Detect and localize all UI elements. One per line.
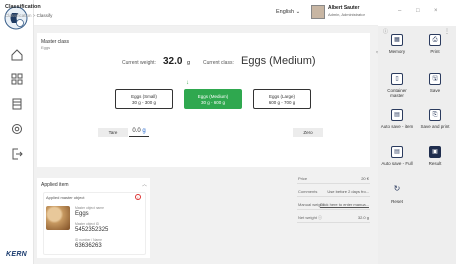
settings-icon[interactable] bbox=[9, 121, 25, 137]
save-print-icon: ⎘ bbox=[429, 109, 441, 121]
apps-icon[interactable] bbox=[9, 71, 25, 87]
field-value: Eggs bbox=[75, 211, 89, 217]
chevron-up-icon[interactable]: ︿ bbox=[142, 181, 147, 188]
tare-unit: g bbox=[142, 128, 146, 134]
home-icon[interactable] bbox=[9, 47, 25, 63]
class-range: 30 g - 600 g bbox=[200, 99, 226, 105]
save-icon: 🖫 bbox=[429, 73, 441, 85]
memory-label: Memory bbox=[388, 49, 406, 54]
detail-key: Comments bbox=[298, 189, 318, 194]
autosave-item-label: Auto save - item bbox=[380, 124, 414, 129]
class-range: 600 g - 700 g bbox=[268, 99, 296, 105]
manual-weight-link[interactable]: Click here to enter manua... bbox=[320, 202, 369, 207]
container-icon: ▯ bbox=[391, 73, 403, 85]
top-header bbox=[34, 0, 378, 26]
save-button[interactable]: 🖫 Save bbox=[418, 69, 452, 103]
reset-button[interactable]: ↻ Reset bbox=[380, 180, 414, 214]
result-label: Result bbox=[428, 161, 442, 166]
reset-icon: ↻ bbox=[393, 184, 401, 193]
container-master-button[interactable]: ▯ Container master bbox=[380, 69, 414, 103]
memory-icon: ▦ bbox=[391, 34, 403, 46]
current-weight-unit: g bbox=[187, 60, 191, 66]
brand-logo: KERN bbox=[6, 251, 28, 258]
current-weight-value: 32.0 bbox=[163, 56, 183, 67]
tare-input[interactable]: 0.0 g bbox=[129, 126, 149, 137]
save-print-button[interactable]: ⎘ Save and print bbox=[418, 105, 452, 139]
applied-item-title: Applied item bbox=[41, 182, 69, 188]
current-weight-label: Current weight: bbox=[122, 60, 156, 66]
logout-icon[interactable] bbox=[9, 146, 25, 162]
field-key: Master object ID bbox=[75, 222, 100, 226]
detail-row-comments: Comments Use before 2 days fro... bbox=[297, 186, 370, 197]
class-range: 30 g - 300 g bbox=[131, 99, 157, 105]
detail-row-price: Price 20 € bbox=[297, 173, 370, 184]
zero-button[interactable]: Zero bbox=[293, 128, 323, 137]
save-label: Save bbox=[429, 88, 441, 93]
field-value: 63636263 bbox=[75, 243, 102, 249]
arrow-down-icon: ↓ bbox=[186, 80, 189, 86]
current-class-value: Eggs (Medium) bbox=[241, 55, 316, 67]
container-master-label: Container master bbox=[387, 88, 407, 98]
autosave-item-button[interactable]: ▤ Auto save - item bbox=[380, 105, 414, 139]
print-button[interactable]: ⎙ Print bbox=[418, 30, 452, 64]
database-icon[interactable] bbox=[9, 96, 25, 112]
autosave-item-icon: ▤ bbox=[391, 109, 403, 121]
autosave-full-icon: ▤ bbox=[391, 146, 403, 158]
eggs-image bbox=[46, 206, 70, 230]
language-select[interactable]: English ⌄ bbox=[276, 9, 300, 15]
avatar[interactable] bbox=[311, 5, 325, 19]
field-key: ID number / Name bbox=[75, 238, 102, 242]
class-button-medium[interactable]: Eggs (Medium) 30 g - 600 g bbox=[184, 89, 242, 109]
minimize-icon[interactable]: – bbox=[398, 8, 401, 14]
field-key: Master object name bbox=[75, 206, 104, 210]
result-button[interactable]: ▣ Result bbox=[418, 142, 452, 176]
breadcrumb-item[interactable]: Classification bbox=[5, 13, 32, 18]
user-role: Admin, Administrator bbox=[328, 12, 365, 17]
print-label: Print bbox=[430, 49, 440, 54]
result-icon: ▣ bbox=[429, 146, 441, 158]
autosave-full-label: Auto save - Full bbox=[381, 161, 413, 166]
chevron-down-icon: ⌄ bbox=[295, 9, 301, 15]
detail-row-net-weight: Net weight ⓘ 32.0 g bbox=[297, 212, 370, 223]
detail-value: 32.0 g bbox=[357, 215, 369, 220]
page-title: Classification bbox=[5, 4, 41, 10]
memory-button[interactable]: ▦ Memory bbox=[380, 30, 414, 64]
master-class-value: Eggs bbox=[41, 45, 51, 50]
tare-button[interactable]: Tare bbox=[98, 128, 128, 137]
class-button-small[interactable]: Eggs (Small) 30 g - 300 g bbox=[115, 89, 173, 109]
detail-value: Use before 2 days fro... bbox=[327, 189, 369, 194]
maximize-icon[interactable]: □ bbox=[416, 8, 420, 14]
user-name: Albert Sauter bbox=[328, 5, 360, 11]
field-value: 5452352325 bbox=[75, 227, 109, 233]
info-icon[interactable]: i bbox=[135, 194, 141, 200]
autosave-full-button[interactable]: ▤ Auto save - Full bbox=[380, 142, 414, 176]
applied-card-title: Applied master object bbox=[46, 195, 85, 200]
current-class-label: Current class: bbox=[203, 60, 234, 66]
breadcrumb: Classification > Classify bbox=[5, 13, 52, 18]
detail-value: 20 € bbox=[361, 176, 369, 181]
detail-row-manual-weight: Manual weight Click here to enter manua.… bbox=[297, 199, 370, 210]
close-icon[interactable]: × bbox=[434, 8, 438, 14]
class-button-large[interactable]: Eggs (Large) 600 g - 700 g bbox=[253, 89, 311, 109]
detail-key: Price bbox=[298, 176, 308, 181]
reset-label: Reset bbox=[391, 199, 403, 204]
detail-key: Net weight ⓘ bbox=[298, 215, 323, 220]
breadcrumb-current: Classify bbox=[36, 13, 53, 18]
print-icon: ⎙ bbox=[429, 34, 441, 46]
save-print-label: Save and print bbox=[420, 124, 450, 129]
